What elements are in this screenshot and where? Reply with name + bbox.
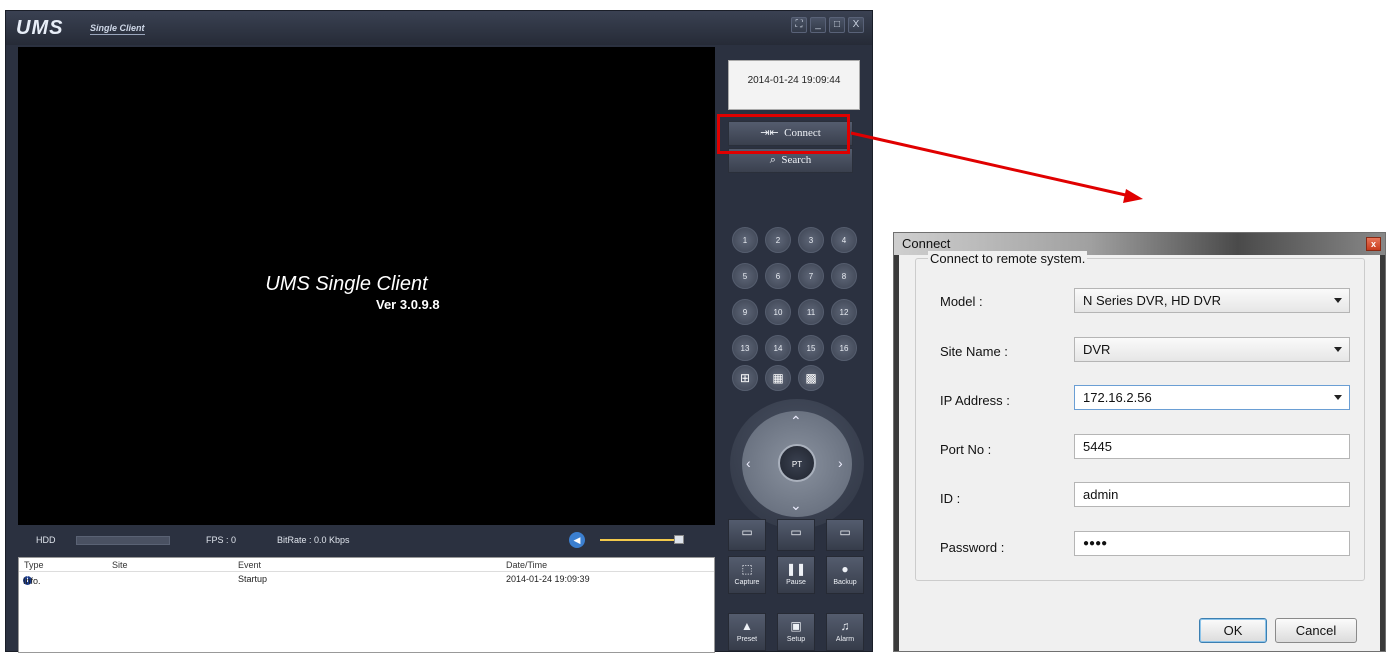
model-label: Model : <box>940 294 983 309</box>
chevron-down-icon[interactable] <box>1334 298 1342 303</box>
port-field[interactable]: 5445 <box>1074 434 1350 459</box>
site-name-select[interactable]: DVR <box>1074 337 1350 362</box>
id-label: ID : <box>940 491 961 506</box>
chevron-down-icon[interactable] <box>1334 395 1342 400</box>
ip-address-combo[interactable]: 172.16.2.56 <box>1074 385 1350 410</box>
model-select[interactable]: N Series DVR, HD DVR <box>1074 288 1350 313</box>
port-label: Port No : <box>940 442 992 457</box>
password-field[interactable]: ●●●● <box>1074 531 1350 556</box>
ok-button[interactable]: OK <box>1199 618 1267 643</box>
cancel-button[interactable]: Cancel <box>1275 618 1357 643</box>
dialog-close-icon[interactable]: x <box>1366 237 1381 251</box>
group-label: Connect to remote system. <box>928 251 1088 266</box>
dialog-title: Connect <box>902 236 951 251</box>
id-field[interactable]: admin <box>1074 482 1350 507</box>
site-name-value: DVR <box>1083 342 1111 357</box>
ip-address-value: 172.16.2.56 <box>1083 390 1152 405</box>
password-label: Password : <box>940 540 1005 555</box>
chevron-down-icon[interactable] <box>1334 347 1342 352</box>
model-value: N Series DVR, HD DVR <box>1083 293 1221 308</box>
ip-address-label: IP Address : <box>940 393 1010 408</box>
site-name-label: Site Name : <box>940 344 1008 359</box>
